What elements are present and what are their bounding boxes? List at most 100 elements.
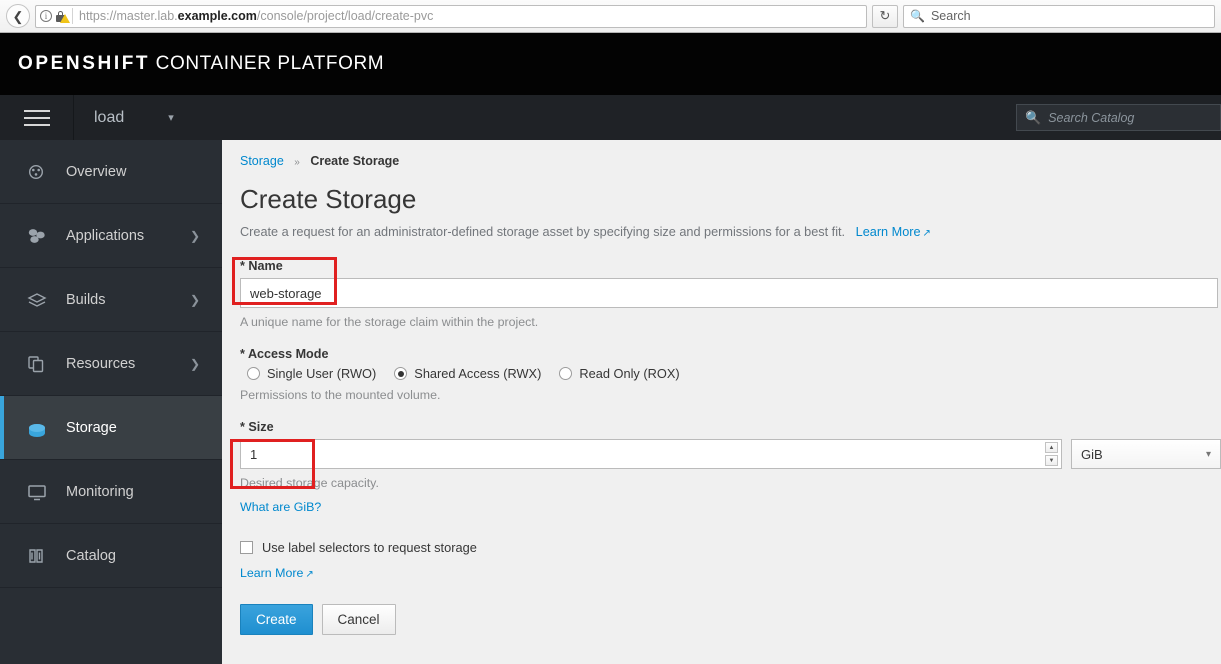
name-label: * Name xyxy=(240,259,1221,273)
label-selectors-checkbox-row[interactable]: Use label selectors to request storage xyxy=(240,540,1221,555)
size-label: * Size xyxy=(240,420,1221,434)
access-mode-label: * Access Mode xyxy=(240,347,1221,361)
url-path: /console/project/load/create-pvc xyxy=(256,9,434,23)
secondary-navbar: load ▾ 🔍 Search Catalog xyxy=(0,95,1221,140)
size-help-text: Desired storage capacity. xyxy=(240,476,379,490)
required-mark: * xyxy=(240,347,245,361)
product-logo[interactable]: OPENSHIFT CONTAINER PLATFORM xyxy=(18,53,384,75)
chevron-right-icon: ❯ xyxy=(189,228,200,243)
search-icon: 🔍 xyxy=(910,9,925,23)
radio-label: Single User (RWO) xyxy=(267,366,377,381)
reload-icon[interactable]: ↻ xyxy=(872,4,898,28)
sidebar-item-applications[interactable]: Applications ❯ xyxy=(0,204,222,268)
label-selectors-label: Use label selectors to request storage xyxy=(262,540,477,555)
chevron-right-icon: ❯ xyxy=(189,292,200,307)
cubes-icon xyxy=(26,226,56,246)
access-mode-label-text: Access Mode xyxy=(247,347,329,361)
size-input-row: 1 ▲ ▼ GiB ▾ xyxy=(240,439,1221,469)
access-mode-help-text: Permissions to the mounted volume. xyxy=(240,388,441,402)
sidebar-item-storage[interactable]: Storage xyxy=(0,396,222,460)
main-content: Storage » Create Storage Create Storage … xyxy=(222,140,1221,664)
learn-more-link[interactable]: Learn More ↗ xyxy=(856,225,931,239)
catalog-search-input[interactable]: 🔍 Search Catalog xyxy=(1016,104,1221,131)
form-actions: Create Cancel xyxy=(240,604,1221,635)
size-input[interactable]: 1 xyxy=(240,439,1062,469)
brand-light: CONTAINER PLATFORM xyxy=(155,53,385,74)
sidebar-item-label: Builds xyxy=(66,291,106,308)
access-mode-form-group: * Access Mode Single User (RWO) Shared A… xyxy=(240,347,1221,402)
info-icon[interactable]: i xyxy=(40,10,52,22)
name-input[interactable]: web-storage xyxy=(240,278,1218,308)
learn-more-label: Learn More xyxy=(855,225,921,239)
breadcrumb-link-storage[interactable]: Storage xyxy=(240,154,284,168)
lock-warning-icon[interactable] xyxy=(55,10,70,23)
required-mark: * xyxy=(240,259,245,273)
breadcrumb-current: Create Storage xyxy=(310,154,400,168)
size-unit-select[interactable]: GiB ▾ xyxy=(1071,439,1221,469)
radio-option-rwo[interactable]: Single User (RWO) xyxy=(247,366,376,381)
learn-more-label: Learn More xyxy=(240,566,304,580)
name-form-group: * Name web-storage A unique name for the… xyxy=(240,259,1221,329)
radio-option-rox[interactable]: Read Only (ROX) xyxy=(559,366,680,381)
sidebar-item-label: Overview xyxy=(66,163,127,180)
sidebar-item-catalog[interactable]: Catalog xyxy=(0,524,222,588)
page-title: Create Storage xyxy=(240,184,417,214)
size-form-group: * Size 1 ▲ ▼ GiB ▾ Desired storage capac… xyxy=(240,420,1221,516)
radio-option-rwx[interactable]: Shared Access (RWX) xyxy=(394,366,541,381)
external-link-icon: ↗ xyxy=(922,228,931,239)
app-shell: Overview Applications ❯ Builds ❯ Resourc… xyxy=(0,140,1221,664)
browser-search-input[interactable]: 🔍 Search xyxy=(903,4,1215,28)
sidebar-item-label: Monitoring xyxy=(66,483,134,500)
size-unit-value: GiB xyxy=(1081,446,1103,462)
breadcrumb-separator: » xyxy=(294,157,300,168)
sidebar-item-label: Catalog xyxy=(66,547,116,564)
radio-label: Shared Access (RWX) xyxy=(414,366,542,381)
size-label-text: Size xyxy=(248,420,274,434)
page-subtitle-text: Create a request for an administrator-de… xyxy=(240,225,846,239)
sidebar-item-label: Applications xyxy=(66,227,145,244)
sidebar-item-overview[interactable]: Overview xyxy=(0,140,222,204)
what-are-gib-link[interactable]: What are GiB? xyxy=(240,500,321,514)
sidebar-item-builds[interactable]: Builds ❯ xyxy=(0,268,222,332)
brand-bold: OPENSHIFT xyxy=(18,53,151,74)
masthead: OPENSHIFT CONTAINER PLATFORM xyxy=(0,33,1221,95)
required-mark: * xyxy=(240,420,245,434)
project-name: load xyxy=(94,108,125,126)
checkbox-icon[interactable] xyxy=(240,541,253,554)
caret-up-icon[interactable]: ▲ xyxy=(1045,442,1058,453)
address-bar[interactable]: i https://master.lab.example.com/console… xyxy=(35,4,867,28)
monitor-icon xyxy=(26,482,56,502)
sidebar: Overview Applications ❯ Builds ❯ Resourc… xyxy=(0,140,222,664)
radio-icon-selected xyxy=(394,367,408,380)
url-scheme: https://master.lab. xyxy=(79,9,178,23)
cancel-button[interactable]: Cancel xyxy=(321,604,396,635)
sidebar-item-resources[interactable]: Resources ❯ xyxy=(0,332,222,396)
address-bar-icons: i xyxy=(40,10,72,23)
radio-icon xyxy=(559,367,573,380)
breadcrumb: Storage » Create Storage xyxy=(240,154,1221,168)
layers-icon xyxy=(26,290,56,310)
database-icon xyxy=(26,418,56,438)
name-label-text: Name xyxy=(248,259,283,273)
catalog-search-placeholder: Search Catalog xyxy=(1048,110,1135,125)
search-icon: 🔍 xyxy=(1025,109,1042,125)
browser-search-placeholder: Search xyxy=(930,9,971,23)
quantity-stepper[interactable]: ▲ ▼ xyxy=(1045,442,1058,466)
address-divider xyxy=(72,8,73,24)
label-selectors-learn-more-link[interactable]: Learn More ↗ xyxy=(240,566,314,580)
caret-down-icon[interactable]: ▼ xyxy=(1045,455,1058,466)
radio-icon xyxy=(247,367,260,380)
radio-label: Read Only (ROX) xyxy=(579,366,680,381)
create-button[interactable]: Create xyxy=(240,604,313,635)
url-text: https://master.lab.example.com/console/p… xyxy=(79,9,433,23)
chevron-down-icon: ▾ xyxy=(168,112,174,124)
sidebar-item-monitoring[interactable]: Monitoring xyxy=(0,460,222,524)
browser-toolbar: ❮ i https://master.lab.example.com/conso… xyxy=(0,0,1221,33)
hamburger-menu-icon[interactable] xyxy=(0,95,74,140)
project-selector[interactable]: load ▾ xyxy=(74,95,249,140)
chevron-right-icon: ❯ xyxy=(189,356,200,371)
back-arrow-icon[interactable]: ❮ xyxy=(6,4,30,28)
book-icon xyxy=(26,546,56,566)
dashboard-icon xyxy=(26,162,56,182)
page-subtitle: Create a request for an administrator-de… xyxy=(240,225,1221,239)
